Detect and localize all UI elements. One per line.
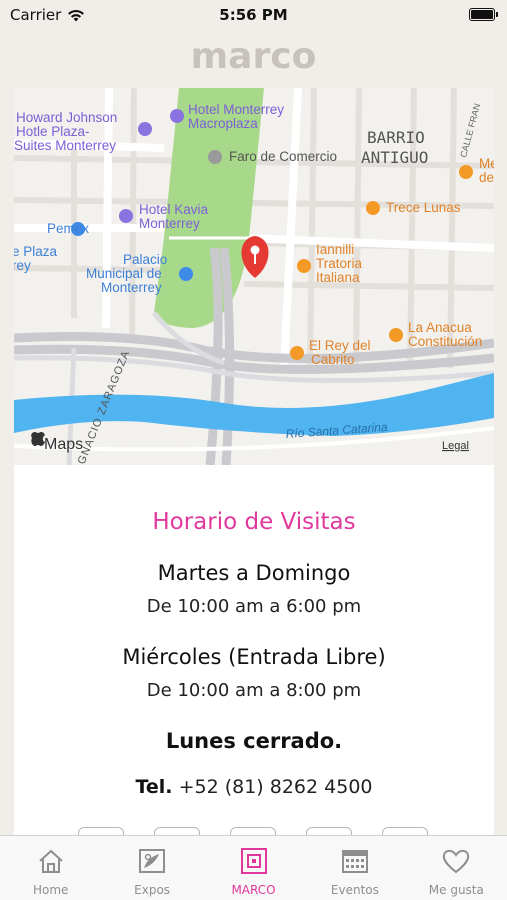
- tab-marco[interactable]: MARCO: [203, 836, 304, 900]
- map-label: Hotel Monterrey: [188, 102, 284, 117]
- svg-text:Municipal de: Municipal de: [86, 266, 162, 281]
- thumbnail[interactable]: [78, 827, 124, 835]
- tab-label: Expos: [134, 883, 171, 897]
- phone-number[interactable]: +52 (81) 8262 4500: [179, 776, 373, 798]
- svg-text:Iannilli: Iannilli: [316, 242, 354, 257]
- svg-text:Howard Johnson: Howard Johnson: [16, 110, 117, 125]
- svg-text:Palacio: Palacio: [123, 252, 167, 267]
- tab-me-gusta[interactable]: Me gusta: [406, 836, 507, 900]
- map-label: La Anacua: [408, 320, 472, 335]
- monument-icon: [208, 150, 222, 164]
- svg-text:Hotel Monterrey: Hotel Monterrey: [188, 102, 284, 117]
- marco-icon: [240, 848, 267, 874]
- thumbnail[interactable]: [306, 827, 352, 835]
- thumbnail[interactable]: [382, 827, 428, 835]
- tab-label: MARCO: [231, 883, 276, 897]
- map-label: e Plaza: [14, 244, 58, 259]
- svg-text:Suites Monterrey: Suites Monterrey: [14, 138, 116, 153]
- closed-day: Lunes cerrado.: [165, 729, 343, 753]
- tab-bar: Home Expos MARCO Eventos Me gusta: [0, 835, 507, 900]
- map-label: Trece Lunas: [386, 200, 461, 215]
- map-label: Cabrito: [311, 352, 355, 367]
- map-label: Constitución: [408, 334, 482, 349]
- home-icon: [39, 849, 63, 873]
- map-label: de: [479, 170, 494, 185]
- map-label: rey: [14, 258, 31, 273]
- schedule-hours: De 10:00 am a 6:00 pm: [146, 596, 362, 617]
- map-district-label: ANTIGUO: [361, 148, 428, 167]
- tab-label: Me gusta: [428, 883, 484, 897]
- svg-text:Pemex: Pemex: [47, 221, 89, 236]
- schedule-days: Miércoles (Entrada Libre): [122, 645, 386, 669]
- map-label: Monterrey: [101, 280, 162, 295]
- map-label: Italiana: [316, 270, 360, 285]
- svg-text:de: de: [479, 170, 494, 185]
- map-district-label: BARRIO: [367, 128, 425, 147]
- phone-label: Tel.: [135, 776, 173, 798]
- maps-label: Maps: [44, 436, 83, 453]
- map-label: Faro de Comercio: [229, 149, 337, 164]
- thumbnail[interactable]: [230, 827, 276, 835]
- svg-text:e Plaza: e Plaza: [14, 244, 58, 259]
- map-label: Municipal de: [86, 266, 162, 281]
- map-label: Hotel Kavia: [139, 202, 209, 217]
- map-label: Monterrey: [139, 216, 200, 231]
- map-label: Palacio: [123, 252, 167, 267]
- map-label: Hotle Plaza-: [16, 124, 90, 139]
- svg-text:rey: rey: [14, 258, 31, 273]
- legal-link[interactable]: Legal: [442, 440, 469, 452]
- svg-text:Trece Lunas: Trece Lunas: [386, 200, 461, 215]
- map-label: Tratoria: [316, 256, 363, 271]
- svg-text:Me: Me: [479, 156, 494, 171]
- svg-text:Constitución: Constitución: [408, 334, 482, 349]
- map-label: Pemex: [47, 221, 89, 236]
- tab-eventos[interactable]: Eventos: [304, 836, 405, 900]
- svg-text:Monterrey: Monterrey: [139, 216, 200, 231]
- svg-text:Faro de Comercio: Faro de Comercio: [229, 149, 337, 164]
- map-label: Me: [479, 156, 494, 171]
- gallery-thumbnails: [78, 827, 438, 835]
- svg-text:Tratoria: Tratoria: [316, 256, 363, 271]
- svg-text:La Anacua: La Anacua: [408, 320, 472, 335]
- svg-text:Monterrey: Monterrey: [101, 280, 162, 295]
- schedule-days: Martes a Domingo: [157, 561, 351, 585]
- clock: 5:56 PM: [219, 6, 288, 24]
- tab-label: Eventos: [330, 883, 379, 897]
- svg-text:El Rey del: El Rey del: [309, 338, 371, 353]
- map-canvas: Howard Johnson Hotle Plaza- Suites Monte…: [14, 88, 494, 465]
- calendar-icon: [341, 850, 368, 873]
- map-label: Suites Monterrey: [14, 138, 116, 153]
- battery-icon: [469, 8, 498, 21]
- thumbnail[interactable]: [154, 827, 200, 835]
- svg-text:Macroplaza: Macroplaza: [188, 116, 258, 131]
- map-label: Iannilli: [316, 242, 354, 257]
- svg-text:ANTIGUO: ANTIGUO: [361, 148, 428, 167]
- map-view[interactable]: Howard Johnson Hotle Plaza- Suites Monte…: [14, 88, 494, 465]
- tab-home[interactable]: Home: [0, 836, 101, 900]
- schedule-hours: De 10:00 am a 8:00 pm: [146, 680, 362, 701]
- svg-text:BARRIO: BARRIO: [367, 128, 425, 147]
- map-label: El Rey del: [309, 338, 371, 353]
- phone-line[interactable]: Tel. +52 (81) 8262 4500: [14, 776, 494, 798]
- svg-text:Hotle Plaza-: Hotle Plaza-: [16, 124, 90, 139]
- heart-icon: [443, 849, 470, 874]
- svg-text:Italiana: Italiana: [316, 270, 360, 285]
- tab-expos[interactable]: Expos: [101, 836, 202, 900]
- schedule-title: Horario de Visitas: [152, 509, 356, 535]
- svg-text:Hotel Kavia: Hotel Kavia: [139, 202, 209, 217]
- map-label: Howard Johnson: [16, 110, 117, 125]
- svg-text:Legal: Legal: [442, 440, 469, 452]
- status-bar: Carrier 5:56 PM: [0, 0, 507, 30]
- svg-text:Cabrito: Cabrito: [311, 352, 355, 367]
- map-label: Macroplaza: [188, 116, 258, 131]
- tab-label: Home: [32, 883, 69, 897]
- expos-icon: [139, 849, 166, 873]
- landmark-icon: [179, 267, 193, 281]
- svg-text:Maps: Maps: [44, 436, 83, 453]
- visit-hours-card: Horario de Visitas Martes a Domingo De 1…: [14, 465, 494, 835]
- app-logo: marco: [190, 36, 317, 77]
